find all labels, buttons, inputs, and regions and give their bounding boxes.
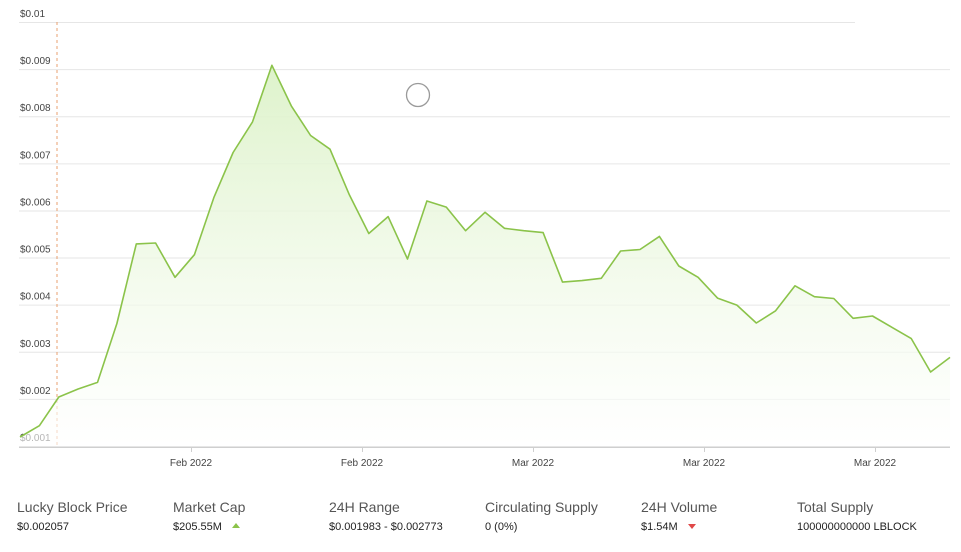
data-point — [174, 276, 176, 278]
stats-row: Lucky Block Price $0.002057 Market Cap $… — [0, 494, 961, 552]
x-tick-label: Mar 2022 — [512, 458, 555, 469]
data-point — [872, 315, 874, 317]
trend-up-icon — [231, 523, 240, 528]
data-point — [368, 233, 370, 235]
stat-24h-volume: 24H Volume $1.54M — [641, 494, 791, 534]
cursor-circle — [405, 82, 431, 108]
data-point — [658, 235, 660, 237]
stat-circulating-supply-value: 0 (0%) — [485, 520, 635, 534]
y-tick-label: $0.004 — [20, 292, 51, 303]
data-point — [775, 310, 777, 312]
stat-total-supply-amount: 100000000000 LBLOCK — [797, 521, 917, 533]
data-point — [542, 232, 544, 234]
x-axis-labels: Feb 2022 Feb 2022 Mar 2022 Mar 2022 Mar 2022 — [170, 447, 897, 469]
stat-24h-range-label: 24H Range — [329, 499, 400, 515]
data-point — [77, 388, 79, 390]
data-point — [833, 298, 835, 300]
data-point — [116, 323, 118, 325]
data-point — [736, 304, 738, 306]
data-point — [620, 250, 622, 252]
data-point — [523, 230, 525, 232]
data-point — [193, 254, 195, 256]
x-tick-label: Feb 2022 — [341, 458, 384, 469]
stat-24h-range: 24H Range $0.001983 - $0.002773 — [329, 494, 479, 534]
y-tick-label: $0.003 — [20, 339, 51, 350]
data-point — [910, 338, 912, 340]
stat-24h-range-amount: $0.001983 - $0.002773 — [329, 521, 443, 533]
data-point — [562, 281, 564, 283]
stat-market-cap: Market Cap $205.55M — [173, 494, 323, 534]
price-chart[interactable]: $0.001$0.002$0.003$0.004$0.005$0.006$0.0… — [0, 0, 961, 485]
data-point — [445, 206, 447, 208]
stat-market-cap-value: $205.55M — [173, 520, 323, 534]
stat-24h-volume-value: $1.54M — [641, 520, 791, 534]
stat-24h-volume-amount: $1.54M — [641, 521, 678, 533]
data-point — [348, 194, 350, 196]
data-point — [600, 277, 602, 279]
y-tick-label: $0.009 — [20, 56, 51, 67]
trend-down-icon — [687, 524, 696, 529]
data-point — [155, 242, 157, 244]
y-tick-label: $0.002 — [20, 386, 51, 397]
x-tick-label: Mar 2022 — [683, 458, 726, 469]
data-point — [794, 285, 796, 287]
data-point — [678, 265, 680, 267]
data-point — [465, 230, 467, 232]
stat-price: Lucky Block Price $0.002057 — [17, 494, 167, 534]
stat-circulating-supply: Circulating Supply 0 (0%) — [485, 494, 635, 534]
data-point — [213, 197, 215, 199]
stat-total-supply-label: Total Supply — [797, 499, 874, 515]
data-point — [813, 296, 815, 298]
stat-24h-range-value: $0.001983 - $0.002773 — [329, 520, 479, 534]
data-point — [484, 211, 486, 213]
data-point — [38, 425, 40, 427]
stat-market-cap-label: Market Cap — [173, 499, 246, 515]
data-point — [949, 356, 951, 358]
data-point — [891, 326, 893, 328]
stat-circulating-supply-amount: 0 (0%) — [485, 521, 518, 533]
y-axis-labels: $0.001$0.002$0.003$0.004$0.005$0.006$0.0… — [20, 9, 51, 444]
stat-price-label: Lucky Block Price — [17, 499, 128, 515]
data-point — [310, 135, 312, 137]
data-point — [329, 148, 331, 150]
y-tick-label: $0.01 — [20, 9, 45, 20]
data-point — [717, 297, 719, 299]
data-point — [503, 227, 505, 229]
data-point — [930, 371, 932, 373]
data-point — [387, 216, 389, 218]
y-tick-label: $0.007 — [20, 150, 51, 161]
data-point — [290, 105, 292, 107]
data-point — [639, 249, 641, 251]
stat-total-supply: Total Supply 100000000000 LBLOCK — [797, 494, 947, 534]
data-point — [97, 381, 99, 383]
data-point — [252, 121, 254, 123]
x-tick-label: Feb 2022 — [170, 458, 213, 469]
stat-price-value: $0.002057 — [17, 520, 167, 534]
price-area — [20, 65, 950, 447]
data-point — [19, 436, 21, 438]
x-tick-label: Mar 2022 — [854, 458, 897, 469]
data-point — [407, 258, 409, 260]
data-point — [852, 317, 854, 319]
y-tick-label: $0.005 — [20, 245, 51, 256]
data-point — [581, 280, 583, 282]
data-point — [58, 396, 60, 398]
data-point — [697, 276, 699, 278]
stat-circulating-supply-label: Circulating Supply — [485, 499, 598, 515]
data-point — [755, 322, 757, 324]
price-chart-svg[interactable]: $0.001$0.002$0.003$0.004$0.005$0.006$0.0… — [0, 0, 961, 485]
stat-total-supply-value: 100000000000 LBLOCK — [797, 520, 947, 534]
y-tick-label: $0.008 — [20, 103, 51, 114]
stat-24h-volume-label: 24H Volume — [641, 499, 718, 515]
stat-market-cap-amount: $205.55M — [173, 521, 222, 533]
stat-price-amount: $0.002057 — [17, 521, 69, 533]
data-point — [426, 200, 428, 202]
data-point — [232, 152, 234, 154]
y-tick-label: $0.006 — [20, 197, 51, 208]
data-point — [271, 64, 273, 66]
data-point — [135, 243, 137, 245]
